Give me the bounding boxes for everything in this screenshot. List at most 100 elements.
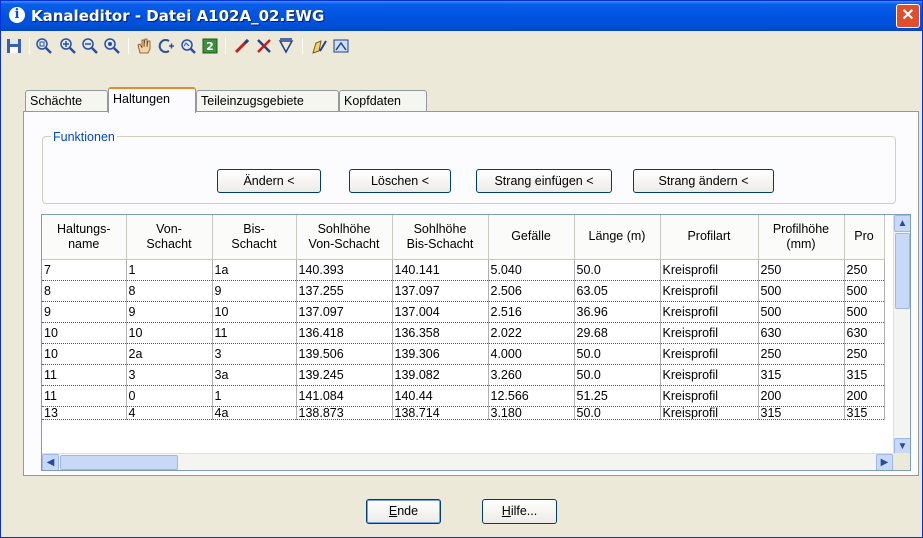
strang-aendern-button[interactable]: Strang ändern < [633, 169, 774, 193]
table-cell[interactable]: 10 [126, 322, 213, 344]
table-cell[interactable]: 315 [758, 406, 845, 420]
hilfe-button[interactable]: Hilfe... [482, 499, 557, 524]
table-cell[interactable]: 140.141 [392, 259, 489, 281]
table-cell[interactable]: 4.000 [488, 343, 575, 365]
table-cell[interactable]: 138.714 [392, 406, 489, 420]
table-cell[interactable]: 140.44 [392, 385, 489, 407]
table-cell[interactable]: 500 [758, 280, 845, 302]
ende-button[interactable]: Ende [366, 499, 441, 524]
table-cell[interactable]: 9 [212, 280, 297, 302]
table-cell[interactable]: 139.306 [392, 343, 489, 365]
title-bar[interactable]: i Kanaleditor - Datei A102A_02.EWG ✕ [1, 1, 922, 31]
table-cell[interactable]: 4a [212, 406, 297, 420]
scroll-left-icon[interactable]: ◀ [42, 454, 59, 470]
table-cell[interactable]: 1 [212, 385, 297, 407]
table-cell[interactable]: 250 [844, 343, 885, 365]
vertical-scrollbar[interactable]: ▲ ▼ [893, 215, 910, 455]
table-cell[interactable]: 138.873 [296, 406, 393, 420]
table-cell[interactable]: 29.68 [574, 322, 661, 344]
table-cell[interactable]: 50.0 [574, 343, 661, 365]
table-row[interactable]: 13 4 4a 138.873 138.714 3.180 50.0 Kreisprofil 3… [42, 406, 885, 420]
table-cell[interactable]: 137.097 [296, 301, 393, 323]
haltungen-table[interactable]: Haltungs-name Von- Schacht Bis- Schacht Sohlh… [41, 214, 911, 471]
table-cell[interactable]: 3 [212, 343, 297, 365]
scroll-right-icon[interactable]: ▶ [876, 454, 893, 470]
loeschen-button[interactable]: Löschen < [349, 169, 451, 193]
table-cell[interactable]: 200 [844, 385, 885, 407]
column-header[interactable]: Sohlhöhe Von-Schacht [296, 215, 393, 260]
column-header[interactable]: Bis- Schacht [212, 215, 297, 260]
table-cell[interactable]: 500 [758, 301, 845, 323]
table-cell[interactable]: 51.25 [574, 385, 661, 407]
horizontal-scroll-thumb[interactable] [60, 455, 178, 470]
scroll-up-icon[interactable]: ▲ [894, 215, 910, 232]
aendern-button[interactable]: Ändern < [217, 169, 321, 193]
table-cell[interactable]: Kreisprofil [660, 280, 759, 302]
table-cell[interactable]: 250 [758, 259, 845, 281]
table-cell[interactable]: 12.566 [488, 385, 575, 407]
table-cell[interactable]: 2.506 [488, 280, 575, 302]
horizontal-scrollbar[interactable]: ◀ ▶ [42, 453, 894, 470]
table-row[interactable]: 10 10 11 136.418 136.358 2.022 29.68 Kreisprofi… [42, 322, 885, 344]
table-cell[interactable]: 8 [42, 280, 127, 302]
table-cell[interactable]: Kreisprofil [660, 364, 759, 386]
refresh-icon[interactable]: 2 [200, 36, 220, 56]
table-cell[interactable]: 10 [42, 322, 127, 344]
table-cell[interactable]: Kreisprofil [660, 301, 759, 323]
table-cell[interactable]: 10 [212, 301, 297, 323]
close-icon[interactable]: ✕ [896, 4, 920, 28]
table-row[interactable]: 11 3 3a 139.245 139.082 3.260 50.0 Kreisprofil 3… [42, 364, 885, 386]
table-cell[interactable]: 3.260 [488, 364, 575, 386]
tab-kopfdaten[interactable]: Kopfdaten [339, 90, 427, 112]
export-icon[interactable] [331, 36, 351, 56]
table-cell[interactable]: 0 [126, 385, 213, 407]
table-row[interactable]: 8 8 9 137.255 137.097 2.506 63.05 Kreisprofil 50… [42, 280, 885, 302]
table-cell[interactable]: 141.084 [296, 385, 393, 407]
zoom-out-icon[interactable] [80, 36, 100, 56]
table-cell[interactable]: 36.96 [574, 301, 661, 323]
table-cell[interactable]: 9 [42, 301, 127, 323]
table-cell[interactable]: 136.418 [296, 322, 393, 344]
table-cell[interactable]: 200 [758, 385, 845, 407]
table-cell[interactable]: 63.05 [574, 280, 661, 302]
column-header[interactable]: Profilhöhe (mm) [758, 215, 845, 260]
table-cell[interactable]: Kreisprofil [660, 385, 759, 407]
layer-edit-icon[interactable] [309, 36, 329, 56]
table-cell[interactable]: 140.393 [296, 259, 393, 281]
table-cell[interactable]: 3.180 [488, 406, 575, 420]
column-header[interactable]: Pro [844, 215, 885, 260]
tools-icon[interactable] [254, 36, 274, 56]
table-cell[interactable]: 315 [844, 406, 885, 420]
table-cell[interactable]: 315 [844, 364, 885, 386]
table-cell[interactable]: 10 [42, 343, 127, 365]
table-cell[interactable]: 5.040 [488, 259, 575, 281]
table-cell[interactable]: 2.516 [488, 301, 575, 323]
table-cell[interactable]: 630 [758, 322, 845, 344]
vertical-scroll-thumb[interactable] [895, 233, 910, 309]
table-cell[interactable]: 500 [844, 280, 885, 302]
select-remove-icon[interactable] [178, 36, 198, 56]
table-cell[interactable]: 13 [42, 406, 127, 420]
table-cell[interactable]: 2.022 [488, 322, 575, 344]
column-header[interactable]: Länge (m) [574, 215, 661, 260]
table-cell[interactable]: 139.082 [392, 364, 489, 386]
table-cell[interactable]: 630 [844, 322, 885, 344]
table-cell[interactable]: Kreisprofil [660, 343, 759, 365]
table-row[interactable]: 11 0 1 141.084 140.44 12.566 51.25 Kreisprofil 2… [42, 385, 885, 407]
column-header[interactable]: Sohlhöhe Bis-Schacht [392, 215, 489, 260]
table-cell[interactable]: 500 [844, 301, 885, 323]
tab-teileinzugsgebiete[interactable]: Teileinzugsgebiete [196, 90, 339, 112]
zoom-extents-icon[interactable] [102, 36, 122, 56]
table-cell[interactable]: 9 [126, 301, 213, 323]
table-cell[interactable]: 3 [126, 364, 213, 386]
table-cell[interactable]: 139.506 [296, 343, 393, 365]
table-cell[interactable]: 11 [42, 385, 127, 407]
table-cell[interactable]: 137.097 [392, 280, 489, 302]
column-header[interactable]: Von- Schacht [126, 215, 213, 260]
column-header[interactable]: Haltungs-name [42, 215, 127, 260]
table-cell[interactable]: Kreisprofil [660, 406, 759, 420]
table-cell[interactable]: 137.255 [296, 280, 393, 302]
filter-icon[interactable] [276, 36, 296, 56]
table-cell[interactable]: Kreisprofil [660, 259, 759, 281]
table-cell[interactable]: 11 [42, 364, 127, 386]
